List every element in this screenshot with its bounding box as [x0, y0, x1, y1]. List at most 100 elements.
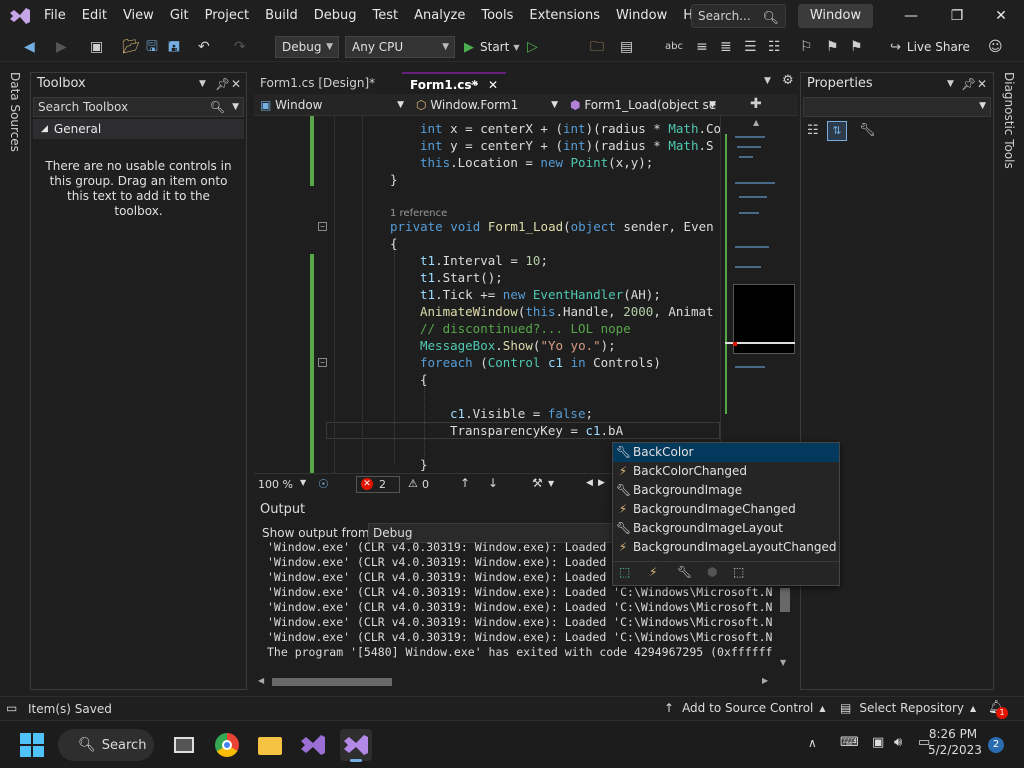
undo-icon[interactable]: ↶ — [198, 38, 210, 56]
completion-item[interactable]: ⚡︎ BackgroundImageLayoutChanged — [613, 538, 839, 557]
spell-check-icon[interactable]: abc — [665, 38, 683, 56]
arrow-up-icon[interactable]: ↑ — [460, 476, 470, 490]
completion-item[interactable]: ⚡︎ BackColorChanged — [613, 462, 839, 481]
wrench-icon[interactable]: 🔧︎ — [859, 123, 876, 138]
completion-item[interactable]: 🔧︎ BackgroundImage — [613, 481, 839, 500]
code-editor[interactable]: − − int x = centerX + (int)(radius * Mat… — [254, 116, 720, 473]
zoom-level[interactable]: 100 % — [258, 478, 293, 491]
collapse-toggle-icon[interactable]: − — [318, 222, 327, 231]
chevron-down-icon[interactable]: ▼ — [548, 479, 554, 488]
notification-count-badge[interactable]: 2 — [988, 737, 1004, 753]
back-icon[interactable]: ◀ — [24, 38, 35, 56]
pin-icon[interactable]: 📌︎ — [961, 73, 976, 95]
forward-icon[interactable]: ▶ — [56, 38, 67, 56]
keyboard-icon[interactable]: ⌨ — [840, 735, 859, 750]
configuration-dropdown[interactable]: Debug ▼ — [275, 36, 339, 58]
comment-icon[interactable]: ☰ — [744, 38, 757, 56]
menu-git[interactable]: Git — [162, 0, 197, 32]
menu-file[interactable]: File — [36, 0, 74, 32]
member-dropdown[interactable]: ⬢ Form1_Load(object se ▼ — [566, 96, 720, 114]
chevron-down-icon[interactable]: ▼ — [947, 73, 954, 95]
chevron-down-icon[interactable]: ▼ — [764, 76, 771, 86]
start-button[interactable]: ▶ Start ▼ — [464, 38, 519, 56]
categorized-icon[interactable]: ☷ — [807, 123, 819, 138]
minimize-button[interactable]: — — [888, 0, 934, 32]
menu-view[interactable]: View — [115, 0, 162, 32]
collapse-toggle-icon[interactable]: − — [318, 358, 327, 367]
live-share-button[interactable]: ↪ Live Share — [890, 38, 970, 56]
align-right-icon[interactable]: ≣ — [720, 38, 732, 56]
error-count-button[interactable]: ✕ 2 — [356, 476, 400, 493]
chrome-icon[interactable] — [211, 729, 243, 761]
clock[interactable]: 8:26 PM 5/2/2023 — [928, 727, 982, 757]
scroll-left-icon[interactable]: ◀ — [586, 478, 593, 488]
platform-dropdown[interactable]: Any CPU ▼ — [345, 36, 455, 58]
file-explorer-icon[interactable] — [254, 729, 286, 761]
menu-analyze[interactable]: Analyze — [406, 0, 473, 32]
taskbar-search-button[interactable]: 🔍︎ Search — [58, 729, 154, 761]
bookmark-icon[interactable]: ⚐ — [800, 38, 813, 56]
close-icon[interactable]: ✕ — [977, 73, 987, 95]
completion-item[interactable]: 🔧︎ BackColor — [613, 443, 839, 462]
start-without-debugging-icon[interactable]: ▷ — [527, 38, 538, 56]
completion-item[interactable]: 🔧︎ BackgroundImageLayout — [613, 519, 839, 538]
task-view-icon[interactable] — [168, 729, 200, 761]
class-dropdown[interactable]: ⬡ Window.Form1 ▼ — [412, 96, 562, 114]
uncomment-icon[interactable]: ☷ — [768, 38, 781, 56]
scroll-up-icon[interactable]: ▲ — [753, 118, 759, 127]
filter-extensions-icon[interactable]: ⬚ — [733, 565, 744, 579]
filter-methods-icon[interactable]: ⬢ — [707, 565, 717, 579]
health-icon[interactable]: ☉ — [318, 477, 329, 491]
scroll-down-icon[interactable]: ▼ — [780, 658, 786, 667]
brush-icon[interactable]: ⚒ — [532, 476, 543, 490]
completion-item[interactable]: ⚡︎ BackgroundImageChanged — [613, 500, 839, 519]
scroll-left-icon[interactable]: ◀ — [258, 676, 264, 685]
scroll-right-icon[interactable]: ▶ — [598, 478, 605, 488]
menu-test[interactable]: Test — [365, 0, 407, 32]
bookmark-next-icon[interactable]: ⚑ — [850, 38, 863, 56]
warning-icon[interactable]: ⚠ — [408, 477, 418, 490]
volume-icon[interactable]: 🔊︎ — [894, 735, 902, 750]
save-icon[interactable]: 🖫 — [146, 38, 158, 56]
menu-tools[interactable]: Tools — [473, 0, 521, 32]
minimap-scrollbar[interactable]: ▲ — [720, 116, 798, 473]
close-icon[interactable]: ✕ — [231, 73, 241, 95]
pin-icon[interactable]: → — [470, 74, 478, 96]
maximize-button[interactable]: ❐ — [934, 0, 980, 32]
scroll-right-icon[interactable]: ▶ — [762, 676, 768, 685]
windows-start-icon[interactable] — [20, 733, 44, 757]
menu-debug[interactable]: Debug — [306, 0, 365, 32]
close-button[interactable]: ✕ — [978, 0, 1024, 32]
select-repository-button[interactable]: ▤ Select Repository ▲ — [840, 701, 976, 715]
chevron-down-icon[interactable]: ▼ — [199, 73, 206, 95]
close-icon[interactable]: ✕ — [488, 74, 498, 96]
output-vertical-scrollbar-thumb[interactable] — [780, 588, 790, 612]
save-all-icon[interactable]: 🖪 — [168, 38, 180, 56]
project-dropdown[interactable]: ▣ Window ▼ — [256, 96, 408, 114]
open-folder-icon[interactable]: 📂︎ — [122, 38, 140, 56]
output-horizontal-scrollbar-thumb[interactable] — [272, 678, 392, 686]
menu-build[interactable]: Build — [257, 0, 306, 32]
filter-events-icon[interactable]: ⚡︎ — [649, 565, 657, 579]
tab-form1-cs[interactable]: Form1.cs* → ✕ — [402, 72, 506, 94]
chevron-down-icon[interactable]: ▼ — [300, 478, 306, 487]
diagnostic-tools-tab[interactable]: Diagnostic Tools — [1002, 72, 1016, 169]
search-box[interactable]: Search... 🔍︎ — [691, 4, 786, 28]
filter-types-icon[interactable]: ⬚ — [619, 565, 630, 579]
tab-form1-design[interactable]: Form1.cs [Design]* — [252, 72, 402, 94]
object-selector-dropdown[interactable]: ▼ — [803, 97, 991, 117]
toolbox-group-general[interactable]: ◢ General — [33, 119, 244, 139]
intellisense-popup[interactable]: 🔧︎ BackColor ⚡︎ BackColorChanged 🔧︎ Backgro… — [612, 442, 840, 586]
visual-studio-installer-icon[interactable] — [297, 729, 329, 761]
gear-icon[interactable]: ⚙ — [782, 73, 794, 88]
solution-name-badge[interactable]: Window — [798, 4, 873, 28]
align-left-icon[interactable]: ≡ — [696, 38, 708, 56]
toolbox-search-input[interactable]: Search Toolbox 🔍︎ ▼ — [33, 97, 244, 117]
alphabetical-icon[interactable]: ⇅ — [827, 121, 847, 141]
menu-project[interactable]: Project — [197, 0, 257, 32]
arrow-down-icon[interactable]: ↓ — [488, 476, 498, 490]
visual-studio-logo-icon[interactable] — [8, 6, 32, 26]
solution-explorer-icon[interactable]: 🗀 — [590, 38, 604, 56]
layout-icon[interactable]: ▤ — [620, 38, 633, 56]
add-to-source-control-button[interactable]: ↑ Add to Source Control ▲ — [664, 701, 826, 715]
